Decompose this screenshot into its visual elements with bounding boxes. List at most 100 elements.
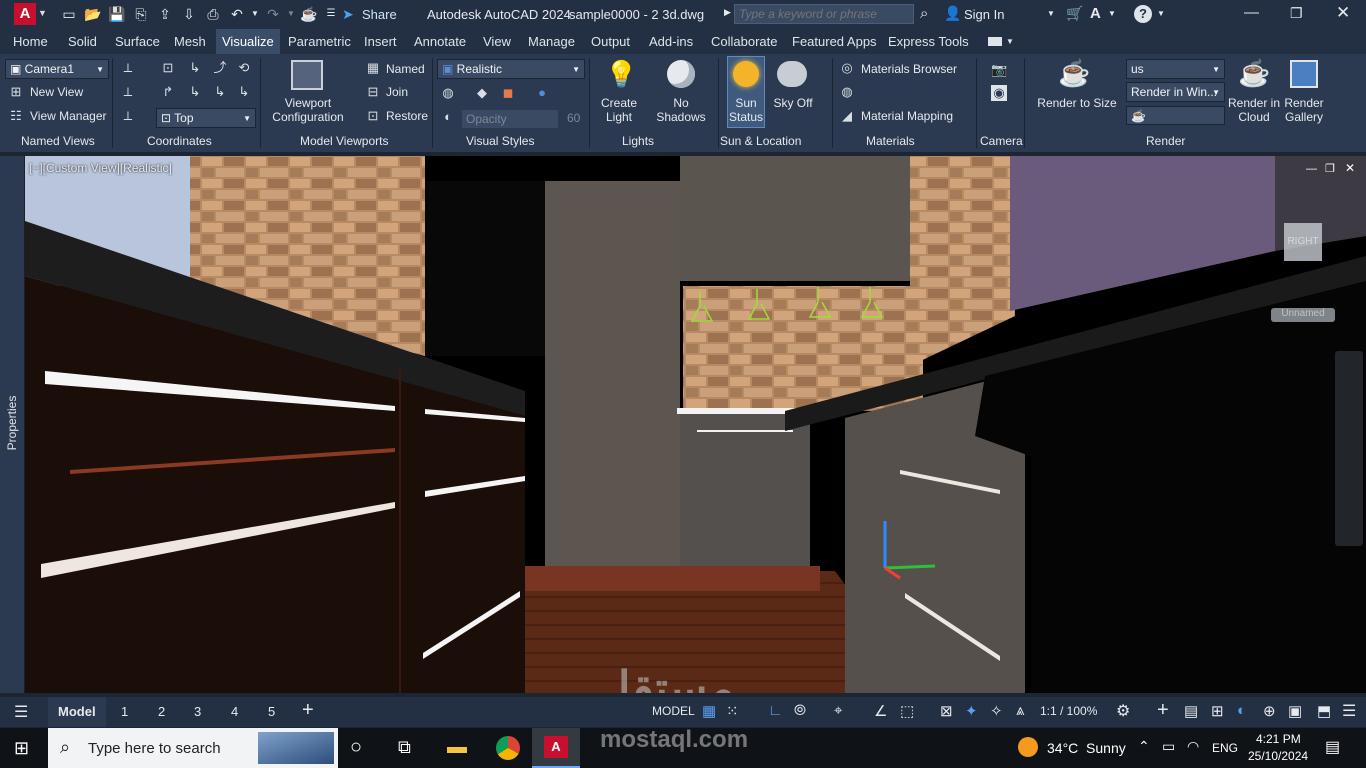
autocad-taskbar-icon[interactable]: A bbox=[532, 728, 580, 768]
panel-materials[interactable]: Materials bbox=[866, 134, 915, 148]
render-teapot-icon[interactable]: ☕ bbox=[1058, 58, 1090, 89]
annotation-scale-select[interactable]: 1:1 / 100% bbox=[1040, 704, 1097, 718]
ucs-icon-properties[interactable]: ⟂ bbox=[120, 108, 136, 124]
sky-off-icon[interactable] bbox=[777, 61, 807, 87]
ucs-z-icon[interactable]: ⤴ bbox=[212, 60, 228, 76]
model-space-button[interactable]: MODEL bbox=[652, 704, 695, 718]
render-preset-select[interactable]: us ▼ bbox=[1126, 59, 1225, 79]
tab-add-ins[interactable]: Add-ins bbox=[649, 34, 693, 54]
tab-home[interactable]: Home bbox=[13, 34, 48, 54]
ucs-object-icon[interactable]: ↱ bbox=[160, 84, 176, 100]
navigation-bar[interactable] bbox=[1335, 351, 1363, 546]
ucs-world-icon[interactable]: ⊡ bbox=[160, 60, 176, 76]
shadow-effects-icon[interactable]: ◆ bbox=[474, 85, 490, 101]
snap-icon[interactable]: ⁙ bbox=[726, 702, 739, 720]
autoscale-icon[interactable]: ✧ bbox=[990, 702, 1003, 720]
opacity-slider[interactable]: Opacity bbox=[462, 110, 558, 128]
ucs-select[interactable]: ⊡ Top ▼ bbox=[156, 108, 256, 128]
edge-effects-icon[interactable]: ◍ bbox=[440, 85, 456, 101]
windows-start-icon[interactable]: ⊞ bbox=[14, 738, 29, 759]
autodesk-a360-icon[interactable]: A bbox=[1090, 5, 1101, 22]
tab-surface[interactable]: Surface bbox=[115, 34, 160, 54]
xray-icon[interactable]: ◼ bbox=[500, 85, 516, 101]
close-icon[interactable]: ✕ bbox=[1336, 3, 1350, 23]
teapot-icon[interactable]: ☕ bbox=[300, 6, 318, 22]
tab-mesh[interactable]: Mesh bbox=[174, 34, 206, 54]
ucs-3point-icon[interactable]: ↳ bbox=[187, 84, 203, 100]
search-input[interactable] bbox=[734, 4, 914, 24]
materials-attach-icon[interactable]: ◍ bbox=[839, 84, 855, 100]
tab-solid[interactable]: Solid bbox=[68, 34, 97, 54]
opacity-value[interactable]: 60 bbox=[567, 111, 580, 125]
no-shadows-button[interactable]: No Shadows bbox=[654, 96, 708, 124]
sign-in-dropdown-icon[interactable]: ▼ bbox=[1047, 9, 1055, 18]
tab-output[interactable]: Output bbox=[591, 34, 630, 54]
restore-button[interactable]: Restore bbox=[386, 109, 428, 123]
plot-icon[interactable]: ⎙ bbox=[204, 6, 222, 22]
materials-browser-button[interactable]: Materials Browser bbox=[861, 62, 957, 76]
panel-lights[interactable]: Lights bbox=[622, 134, 654, 148]
new-view-button[interactable]: New View bbox=[30, 85, 83, 99]
redo-icon[interactable]: ↷ bbox=[264, 6, 282, 22]
panel-sun-location[interactable]: Sun & Location bbox=[720, 134, 801, 148]
join-button[interactable]: Join bbox=[386, 85, 408, 99]
redo-dropdown-icon[interactable]: ▼ bbox=[282, 6, 300, 22]
tab-annotate[interactable]: Annotate bbox=[414, 34, 466, 54]
osnap-icon[interactable]: ⌖ bbox=[834, 702, 842, 719]
open-file-icon[interactable]: 📂 bbox=[84, 6, 102, 22]
ribbon-minimize-icon[interactable] bbox=[988, 37, 1002, 46]
wifi-icon[interactable]: ◠ bbox=[1187, 738, 1199, 755]
ribbon-options-icon[interactable]: ▼ bbox=[1006, 37, 1014, 46]
render-target-select[interactable]: Render in Win... ▼ bbox=[1126, 82, 1225, 102]
tab-featured-apps[interactable]: Featured Apps bbox=[792, 34, 877, 54]
weather-sun-icon[interactable] bbox=[1018, 737, 1038, 757]
viewport-close-icon[interactable]: ✕ bbox=[1345, 161, 1355, 175]
help-icon[interactable]: ? bbox=[1134, 5, 1152, 23]
customize-quick-access-icon[interactable]: ☰ bbox=[322, 6, 340, 22]
a360-dropdown-icon[interactable]: ▼ bbox=[1108, 9, 1116, 18]
tab-layout-1[interactable]: 1 bbox=[121, 704, 128, 719]
ucs-x-icon[interactable]: ↳ bbox=[212, 84, 228, 100]
undo-icon[interactable]: ↶ bbox=[228, 6, 246, 22]
add-icon[interactable]: + bbox=[1157, 699, 1169, 722]
create-camera-icon[interactable]: 📷 bbox=[991, 62, 1007, 78]
cart-icon[interactable]: 🛒 bbox=[1066, 5, 1083, 22]
units-icon[interactable]: ▤ bbox=[1184, 702, 1198, 720]
sign-in-button[interactable]: Sign In bbox=[964, 7, 1004, 22]
properties-palette-strip[interactable]: Properties bbox=[0, 156, 25, 693]
no-shadows-icon[interactable] bbox=[667, 60, 695, 88]
weather-text[interactable]: 34°C Sunny bbox=[1047, 740, 1126, 756]
new-file-icon[interactable]: ▭ bbox=[60, 6, 78, 22]
panel-render[interactable]: Render bbox=[1146, 134, 1185, 148]
panel-model-viewports[interactable]: Model Viewports bbox=[300, 134, 389, 148]
color-sphere-icon[interactable]: ● bbox=[534, 85, 550, 101]
tab-parametric[interactable]: Parametric bbox=[288, 34, 351, 54]
ucs-origin-icon[interactable]: ↳ bbox=[187, 60, 203, 76]
clean-screen-icon[interactable]: ▣ bbox=[1288, 702, 1302, 720]
fullscreen-icon[interactable]: ⬒ bbox=[1317, 702, 1331, 720]
panel-visual-styles[interactable]: Visual Styles bbox=[466, 134, 534, 148]
clock-date[interactable]: 25/10/2024 bbox=[1248, 749, 1308, 763]
save-as-icon[interactable]: ⎘ bbox=[132, 6, 150, 22]
ucs-y-icon[interactable]: ↳ bbox=[236, 84, 252, 100]
view-manager-button[interactable]: View Manager bbox=[30, 109, 107, 123]
quick-properties-icon[interactable]: ⊞ bbox=[1211, 702, 1224, 720]
create-light-button[interactable]: Create Light bbox=[598, 96, 640, 124]
render-gallery-button[interactable]: Render Gallery bbox=[1280, 96, 1328, 124]
taskbar-search-box[interactable]: ⌕ Type here to search bbox=[48, 728, 338, 768]
chrome-icon[interactable] bbox=[496, 736, 520, 760]
camera-select[interactable]: ▣ Camera1 ▼ bbox=[5, 59, 109, 79]
ucs-icon[interactable]: ⟂ bbox=[120, 60, 136, 76]
tray-chevron-icon[interactable]: ⌃ bbox=[1138, 738, 1150, 755]
undo-dropdown-icon[interactable]: ▼ bbox=[246, 6, 264, 22]
material-mapping-button[interactable]: Material Mapping bbox=[861, 109, 953, 123]
tab-collaborate[interactable]: Collaborate bbox=[711, 34, 778, 54]
grid-icon[interactable]: ▦ bbox=[702, 702, 716, 720]
viewport-controls-label[interactable]: [−][Custom View][Realistic] bbox=[29, 161, 172, 175]
panel-camera[interactable]: Camera bbox=[980, 134, 1023, 148]
ucs-view-icon[interactable]: ⟲ bbox=[236, 60, 252, 76]
file-explorer-icon[interactable]: ▬ bbox=[447, 736, 467, 759]
visual-style-select[interactable]: ▣ Realistic ▼ bbox=[437, 59, 585, 79]
panel-named-views[interactable]: Named Views bbox=[21, 134, 95, 148]
named-viewports-button[interactable]: Named bbox=[386, 62, 425, 76]
